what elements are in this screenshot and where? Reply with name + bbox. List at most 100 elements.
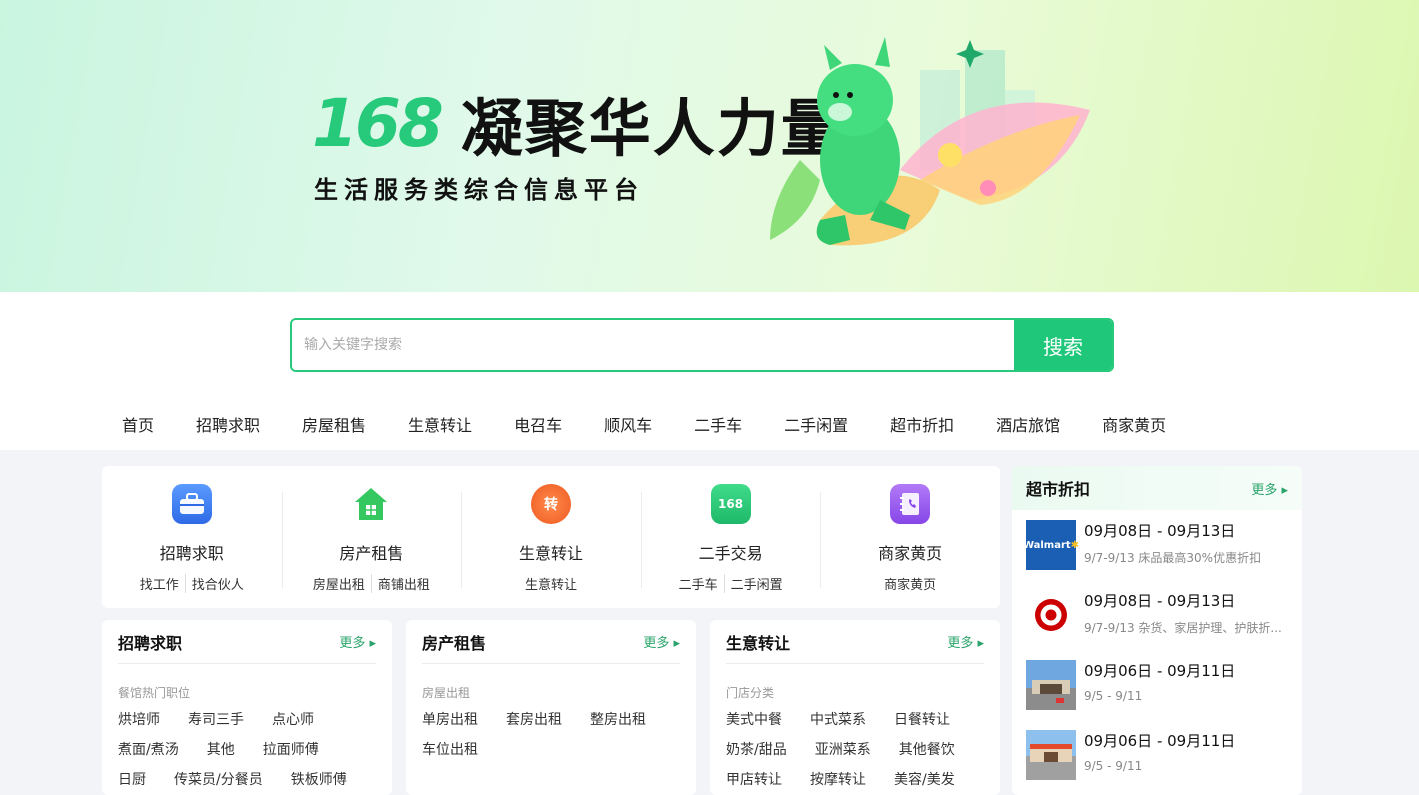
briefcase-icon	[171, 484, 212, 524]
more-link[interactable]: 更多 ▸	[947, 632, 984, 651]
category-link[interactable]: 找工作	[134, 574, 185, 593]
panel-title: 房产租售	[422, 633, 487, 653]
nav-item-hotels[interactable]: 酒店旅馆	[996, 412, 1060, 436]
nav-item-rideshare[interactable]: 顺风车	[604, 412, 652, 436]
walmart-logo: Walmart ✱	[1023, 520, 1079, 570]
panel-title: 招聘求职	[118, 633, 183, 653]
category-title: 招聘求职	[159, 544, 224, 563]
category-link[interactable]: 二手车	[673, 574, 724, 593]
list-item[interactable]: 点心师	[272, 705, 314, 735]
deal-item[interactable]: 09月08日 - 09月13日 9/7-9/13 杂货、家居护理、护肤折...	[1012, 580, 1302, 650]
list-item[interactable]: 甲店转让	[726, 765, 782, 795]
search-section: 搜索 首页 招聘求职 房屋租售 生意转让 电召车 顺风车 二手车 二手闲置 超市…	[0, 292, 1419, 450]
list-item[interactable]: 套房出租	[506, 705, 562, 735]
list-item[interactable]: 其他	[207, 735, 235, 765]
category-link[interactable]: 二手闲置	[723, 574, 789, 593]
nav-item-housing[interactable]: 房屋租售	[302, 412, 366, 436]
panel-title: 超市折扣	[1026, 480, 1091, 499]
more-link[interactable]: 更多 ▸	[1251, 479, 1288, 498]
panel-title: 生意转让	[726, 633, 791, 653]
list-item[interactable]: 整房出租	[590, 705, 646, 735]
category-title: 房产租售	[339, 544, 404, 563]
category-title: 二手交易	[698, 544, 763, 563]
list-item[interactable]: 日厨	[118, 765, 146, 795]
deal-date: 09月08日 - 09月13日	[1084, 592, 1236, 610]
panel-subtitle: 餐馆热门职位	[118, 686, 191, 700]
nav-item-jobs[interactable]: 招聘求职	[196, 412, 260, 436]
panel-links: 单房出租 套房出租 整房出租 车位出租	[422, 705, 680, 765]
caret-right-icon: ▸	[1281, 482, 1288, 498]
nav-item-supermarket[interactable]: 超市折扣	[890, 412, 954, 436]
category-housing[interactable]: 房产租售 房屋出租 商铺出租	[281, 466, 462, 608]
list-item[interactable]: 中式菜系	[810, 705, 866, 735]
deal-item[interactable]: 09月06日 - 09月11日 9/5 - 9/11	[1012, 650, 1302, 720]
caret-right-icon: ▸	[369, 636, 376, 651]
secondhand-icon: 168	[710, 484, 751, 524]
category-link[interactable]: 商铺出租	[370, 574, 436, 593]
category-link[interactable]: 商家黄页	[878, 574, 942, 593]
panel-links: 美式中餐 中式菜系 日餐转让 奶茶/甜品 亚洲菜系 其他餐饮 甲店转让 按摩转让…	[726, 705, 984, 795]
nav-item-business-transfer[interactable]: 生意转让	[408, 412, 472, 436]
phonebook-icon	[890, 484, 931, 524]
more-link[interactable]: 更多 ▸	[643, 632, 680, 651]
panel-subtitle: 房屋出租	[422, 686, 471, 700]
caret-right-icon: ▸	[673, 636, 680, 651]
category-business-transfer[interactable]: 转 生意转让 生意转让	[461, 466, 641, 608]
panel-business-transfer: 生意转让 更多 ▸ 门店分类 美式中餐 中式菜系 日餐转让 奶茶/甜品 亚洲菜系…	[710, 620, 1000, 795]
category-secondhand[interactable]: 168 二手交易 二手车 二手闲置	[640, 466, 821, 608]
deal-description: 9/7-9/13 杂货、家居护理、护肤折...	[1084, 621, 1282, 635]
category-link[interactable]: 生意转让	[519, 574, 583, 593]
deal-date: 09月06日 - 09月11日	[1084, 662, 1236, 680]
panel-jobs: 招聘求职 更多 ▸ 餐馆热门职位 烘培师 寿司三手 点心师 煮面/煮汤 其他 拉…	[102, 620, 392, 795]
supermarket-panel: 超市折扣 更多 ▸ Walmart ✱ 09月08日 - 09月13日 9/7-9…	[1012, 466, 1302, 795]
list-item[interactable]: 其他餐饮	[899, 735, 955, 765]
panel-subtitle: 门店分类	[726, 686, 775, 700]
banner-subtitle: 生活服务类综合信息平台	[314, 176, 644, 204]
search-button[interactable]: 搜索	[1014, 320, 1112, 370]
deal-date: 09月08日 - 09月13日	[1084, 522, 1236, 540]
target-logo	[1026, 590, 1076, 640]
list-item[interactable]: 美容/美发	[894, 765, 955, 795]
list-item[interactable]: 铁板师傅	[291, 765, 347, 795]
deal-item[interactable]: Walmart ✱ 09月08日 - 09月13日 9/7-9/13 床品最高30…	[1012, 510, 1302, 580]
panel-housing: 房产租售 更多 ▸ 房屋出租 单房出租 套房出租 整房出租 车位出租	[406, 620, 696, 795]
more-link[interactable]: 更多 ▸	[339, 632, 376, 651]
deal-description: 9/7-9/13 床品最高30%优惠折扣	[1084, 551, 1262, 565]
list-item[interactable]: 车位出租	[422, 735, 478, 765]
category-card: 招聘求职 找工作 找合伙人 房产租售 房屋出租 商铺出租 转 生意转让 生意转让…	[102, 466, 1000, 608]
list-item[interactable]: 亚洲菜系	[815, 735, 871, 765]
deal-item[interactable]: 09月06日 - 09月11日 9/5 - 9/11	[1012, 720, 1302, 790]
banner-number: 168	[312, 84, 444, 162]
nav-item-used-cars[interactable]: 二手车	[694, 412, 742, 436]
list-item[interactable]: 烘培师	[118, 705, 160, 735]
nav-item-taxi[interactable]: 电召车	[514, 412, 562, 436]
search-bar: 搜索	[290, 318, 1114, 372]
mascot-illustration	[770, 37, 1090, 246]
category-yellow-pages[interactable]: 商家黄页 商家黄页	[820, 466, 1000, 608]
deal-description: 9/5 - 9/11	[1084, 759, 1143, 773]
list-item[interactable]: 按摩转让	[810, 765, 866, 795]
search-input[interactable]	[292, 320, 1014, 370]
panel-links: 烘培师 寿司三手 点心师 煮面/煮汤 其他 拉面师傅 日厨 传菜员/分餐员 铁板…	[118, 705, 376, 795]
deal-date: 09月06日 - 09月11日	[1084, 732, 1236, 750]
category-jobs[interactable]: 招聘求职 找工作 找合伙人	[102, 466, 282, 608]
main-nav: 首页 招聘求职 房屋租售 生意转让 电召车 顺风车 二手车 二手闲置 超市折扣 …	[122, 412, 1208, 436]
list-item[interactable]: 拉面师傅	[263, 735, 319, 765]
list-item[interactable]: 美式中餐	[726, 705, 782, 735]
category-link[interactable]: 找合伙人	[184, 574, 250, 593]
nav-item-secondhand[interactable]: 二手闲置	[784, 412, 848, 436]
list-item[interactable]: 单房出租	[422, 705, 478, 735]
list-item[interactable]: 煮面/煮汤	[118, 735, 179, 765]
store-photo	[1026, 730, 1076, 780]
category-link[interactable]: 房屋出租	[307, 574, 371, 593]
caret-right-icon: ▸	[977, 636, 984, 651]
transfer-icon: 转	[530, 484, 571, 524]
list-item[interactable]: 寿司三手	[188, 705, 244, 735]
list-item[interactable]: 奶茶/甜品	[726, 735, 787, 765]
house-icon	[351, 484, 391, 524]
nav-item-home[interactable]: 首页	[122, 412, 154, 436]
list-item[interactable]: 传菜员/分餐员	[174, 765, 263, 795]
category-title: 生意转让	[518, 544, 583, 563]
nav-item-yellow-pages[interactable]: 商家黄页	[1102, 412, 1166, 436]
list-item[interactable]: 日餐转让	[894, 705, 950, 735]
